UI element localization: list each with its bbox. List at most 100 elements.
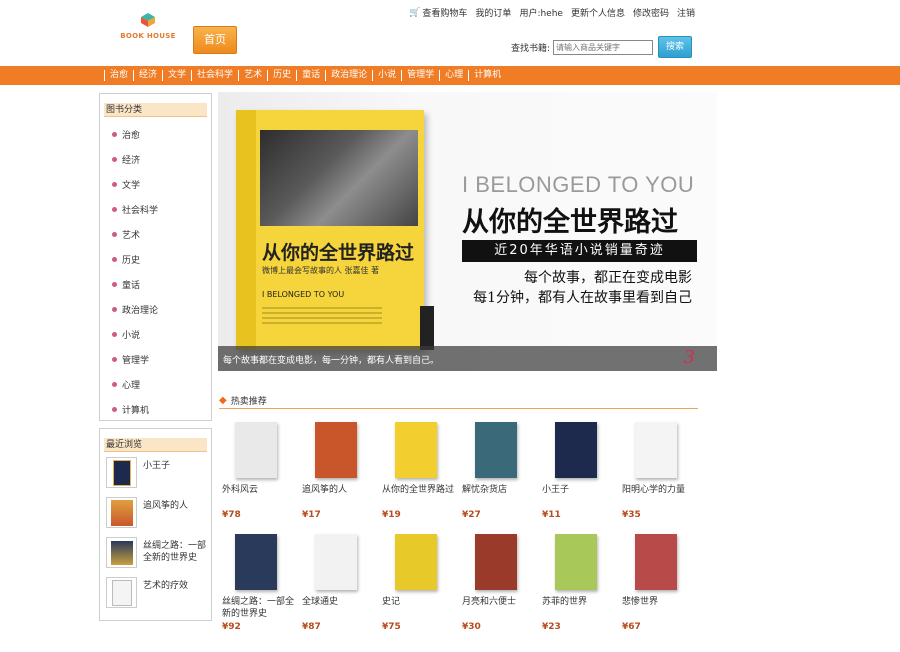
nav-item-healing[interactable]: 治愈 [104,70,133,81]
product-price: ¥92 [222,622,241,632]
sidebar-item-economics[interactable]: 经济 [100,147,211,172]
book-house-logo-icon [141,13,155,27]
product-card[interactable]: 苏菲的世界 ¥23 [542,532,618,632]
product-cover-image[interactable] [385,532,445,590]
sidebar-item-novel[interactable]: 小说 [100,322,211,347]
product-card[interactable]: 阳明心学的力量 ¥35 [622,420,698,520]
sidebar-item-fairy-tale[interactable]: 童话 [100,272,211,297]
nav-item-novel[interactable]: 小说 [372,70,401,81]
nav-item-economics[interactable]: 经济 [133,70,162,81]
sidebar-item-literature[interactable]: 文学 [100,172,211,197]
bullet-icon [112,132,117,137]
sidebar-item-management[interactable]: 管理学 [100,347,211,372]
product-card[interactable]: 从你的全世界路过 ¥19 [382,420,458,520]
change-password-link[interactable]: 修改密码 [633,6,669,19]
product-name[interactable]: 苏菲的世界 [542,596,618,620]
product-price: ¥35 [622,510,641,520]
banner-slogan-2: 每1分钟，都有人在故事里看到自己 [473,290,692,306]
product-card[interactable]: 追风筝的人 ¥17 [302,420,378,520]
product-cover-image[interactable] [465,420,525,478]
product-name[interactable]: 丝绸之路：一部全新的世界史 [222,596,298,620]
search-button[interactable]: 搜索 [658,36,693,58]
nav-item-psychology[interactable]: 心理 [439,70,468,81]
product-card[interactable]: 解忧杂货店 ¥27 [462,420,538,520]
update-info-link[interactable]: 更新个人信息 [571,6,625,19]
product-card[interactable]: 小王子 ¥11 [542,420,618,520]
nav-item-social-science[interactable]: 社会科学 [191,70,238,81]
book-cover [475,534,517,590]
book-thumbnail[interactable] [106,537,137,568]
product-price: ¥11 [542,510,561,520]
nav-item-political-theory[interactable]: 政治理论 [325,70,372,81]
nav-item-management[interactable]: 管理学 [401,70,439,81]
search-input[interactable] [553,39,654,55]
recent-item-title[interactable]: 艺术的疗效 [143,580,207,592]
recent-item[interactable]: 丝绸之路：一部全新的世界史 [100,537,211,577]
product-name[interactable]: 月亮和六便士 [462,596,538,620]
sidebar-item-art[interactable]: 艺术 [100,222,211,247]
product-cover-image[interactable] [545,420,605,478]
product-name[interactable]: 外科风云 [222,484,298,508]
banner-english-title: I BELONGED TO YOU [462,172,695,197]
sidebar-item-psychology[interactable]: 心理 [100,372,211,397]
sidebar-item-healing[interactable]: 治愈 [100,122,211,147]
cart-link[interactable]: 🛒 查看购物车 [409,6,468,20]
recent-item[interactable]: 小王子 [100,457,211,497]
product-cover-image[interactable] [305,532,365,590]
nav-item-art[interactable]: 艺术 [238,70,267,81]
product-card[interactable]: 丝绸之路：一部全新的世界史 ¥92 [222,532,298,632]
product-card[interactable]: 悲惨世界 ¥67 [622,532,698,632]
product-name[interactable]: 悲惨世界 [622,596,698,620]
product-card[interactable]: 月亮和六便士 ¥30 [462,532,538,632]
recent-item-title[interactable]: 追风筝的人 [143,500,207,512]
product-price: ¥75 [382,622,401,632]
book-cover [235,534,277,590]
recent-item[interactable]: 艺术的疗效 [100,577,211,617]
nav-item-literature[interactable]: 文学 [162,70,191,81]
book-cover [475,422,517,478]
book-cover [555,422,597,478]
product-cover-image[interactable] [545,532,605,590]
cart-icon: 🛒 [409,7,421,18]
nav-item-fairy-tale[interactable]: 童话 [296,70,325,81]
book-cover [635,422,677,478]
orders-link[interactable]: 我的订单 [475,6,511,19]
promo-banner[interactable]: 从你的全世界路过 微博上最会写故事的人 张嘉佳 著 I BELONGED TO … [218,92,717,371]
product-name[interactable]: 阳明心学的力量 [622,484,698,508]
cart-link-label: 查看购物车 [422,9,468,19]
product-cover-image[interactable] [225,420,285,478]
book-thumbnail[interactable] [106,497,137,528]
recent-item-title[interactable]: 丝绸之路：一部全新的世界史 [143,540,207,564]
home-button[interactable]: 首页 [193,26,237,54]
product-name[interactable]: 全球通史 [302,596,378,620]
sidebar-item-computer[interactable]: 计算机 [100,397,211,422]
product-name[interactable]: 小王子 [542,484,618,508]
book-thumbnail[interactable] [106,457,137,488]
product-name[interactable]: 史记 [382,596,458,620]
product-name[interactable]: 解忧杂货店 [462,484,538,508]
product-cover-image[interactable] [385,420,445,478]
product-cover-image[interactable] [305,420,365,478]
book-thumbnail[interactable] [106,577,137,608]
product-cover-image[interactable] [625,532,685,590]
sidebar-item-political-theory[interactable]: 政治理论 [100,297,211,322]
recent-item-title[interactable]: 小王子 [143,460,207,472]
site-logo[interactable]: BOOK HOUSE [118,10,178,44]
product-name[interactable]: 追风筝的人 [302,484,378,508]
product-price: ¥67 [622,622,641,632]
product-card[interactable]: 外科风云 ¥78 [222,420,298,520]
product-cover-image[interactable] [465,532,525,590]
product-name[interactable]: 从你的全世界路过 [382,484,458,508]
nav-item-computer[interactable]: 计算机 [468,70,506,81]
product-cover-image[interactable] [625,420,685,478]
logout-link[interactable]: 注销 [677,6,695,19]
slide-number[interactable]: 3 [684,347,695,368]
nav-item-history[interactable]: 历史 [267,70,296,81]
sidebar-item-history[interactable]: 历史 [100,247,211,272]
product-card[interactable]: 全球通史 ¥87 [302,532,378,632]
sidebar-item-social-science[interactable]: 社会科学 [100,197,211,222]
recent-item[interactable]: 追风筝的人 [100,497,211,537]
product-cover-image[interactable] [225,532,285,590]
hot-section-header: ◆ 热卖推荐 [219,392,698,409]
product-card[interactable]: 史记 ¥75 [382,532,458,632]
